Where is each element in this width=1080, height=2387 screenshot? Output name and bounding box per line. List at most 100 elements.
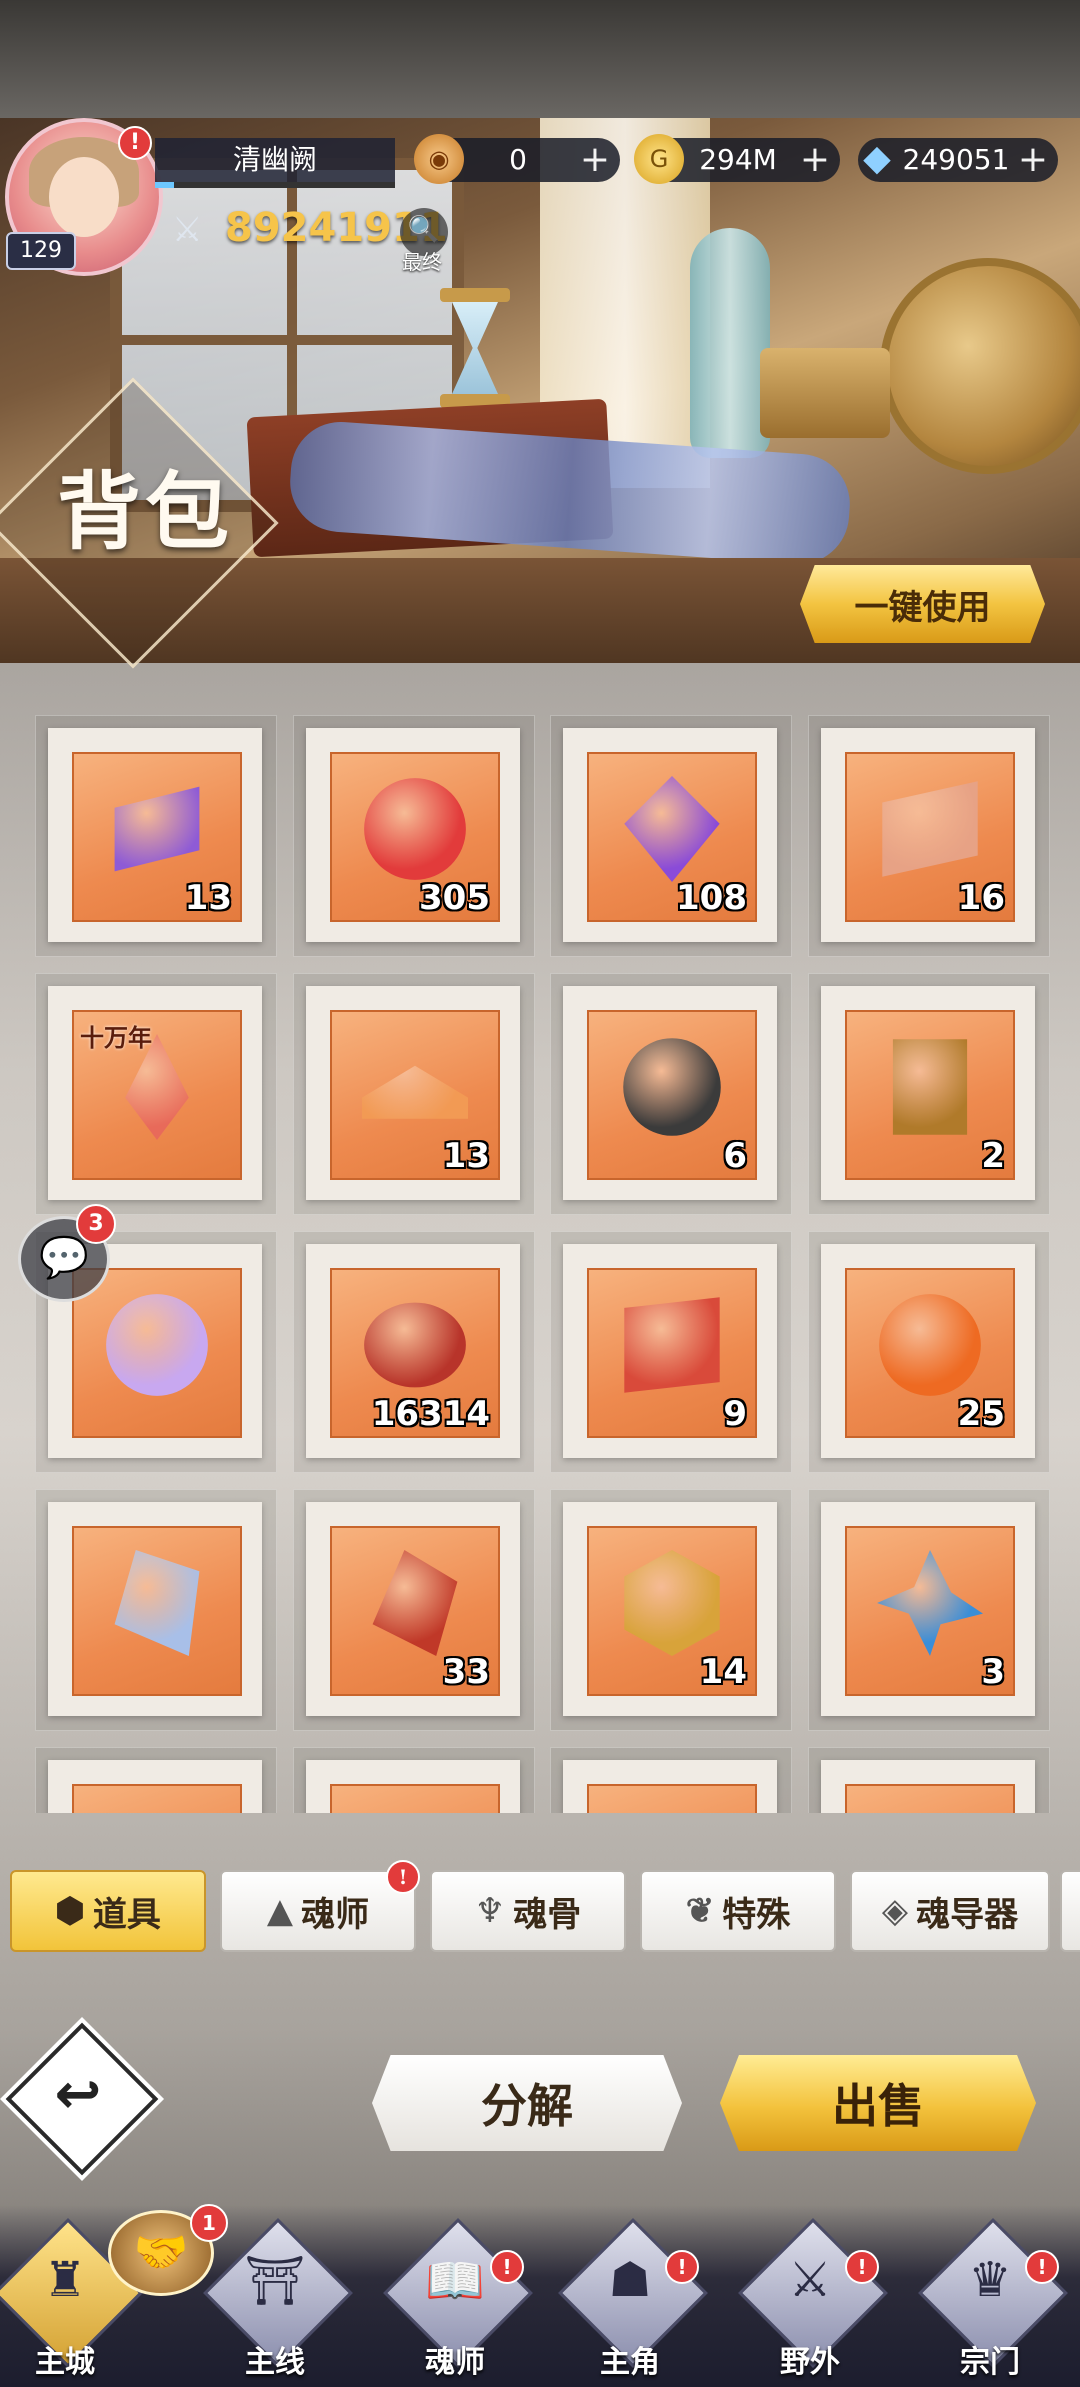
nav-sect[interactable]: ♛ 宗门 ! bbox=[915, 2218, 1068, 2387]
item-slot[interactable]: 33 bbox=[293, 1489, 535, 1731]
item-card bbox=[563, 1760, 777, 1813]
red-scroll-icon bbox=[882, 781, 978, 877]
item-count: 14 bbox=[699, 1652, 747, 1692]
blue-flower-icon bbox=[877, 1550, 983, 1656]
item-count: 9 bbox=[723, 1394, 747, 1434]
item-count: 13 bbox=[442, 1136, 490, 1176]
item-slot[interactable]: 十万年 bbox=[35, 973, 277, 1215]
eye-orb-icon bbox=[364, 1302, 466, 1388]
item-frame: 13 bbox=[330, 1010, 500, 1180]
nav-soul-master[interactable]: 📖 魂师 ! bbox=[380, 2218, 533, 2387]
open-book-icon bbox=[362, 1065, 468, 1119]
item-frame: 108 bbox=[587, 752, 757, 922]
item-slot[interactable]: 16314 bbox=[293, 1231, 535, 1473]
item-tag: 十万年 bbox=[80, 1023, 152, 1052]
item-count: 16314 bbox=[371, 1394, 490, 1434]
purple-soul-orb-icon bbox=[106, 1294, 208, 1396]
item-card: 33 bbox=[306, 1502, 520, 1716]
item-slot[interactable]: 3 bbox=[808, 1489, 1050, 1731]
swirl-scroll-icon bbox=[624, 1297, 720, 1393]
item-count: 16 bbox=[957, 878, 1005, 918]
fire-orb-icon bbox=[879, 1294, 981, 1396]
red-demon-orb-icon bbox=[364, 778, 466, 880]
item-slot[interactable]: 25 bbox=[808, 1231, 1050, 1473]
player-level: 129 bbox=[6, 232, 76, 270]
item-frame: 16 bbox=[845, 752, 1015, 922]
item-slot[interactable]: 6 bbox=[550, 973, 792, 1215]
nav-hero[interactable]: ☗ 主角 ! bbox=[555, 2218, 708, 2387]
item-slot[interactable] bbox=[550, 1747, 792, 1813]
purple-crystal-icon bbox=[624, 776, 720, 882]
hourglass-icon bbox=[440, 288, 510, 408]
item-frame: 305 bbox=[330, 752, 500, 922]
item-slot[interactable]: 305 bbox=[293, 715, 535, 957]
power-detail-label: 最终 bbox=[402, 250, 442, 274]
player-name: 清幽阙 bbox=[155, 138, 395, 182]
nav-wild[interactable]: ⚔ 野外 ! bbox=[735, 2218, 888, 2387]
wing-icon: ❦ bbox=[685, 1891, 715, 1931]
item-slot[interactable]: 13 bbox=[35, 715, 277, 957]
tab-more[interactable] bbox=[1060, 1870, 1080, 1952]
item-card: 13 bbox=[306, 986, 520, 1200]
item-card: 3 bbox=[821, 1502, 1035, 1716]
item-card: 6 bbox=[563, 986, 777, 1200]
item-slot[interactable] bbox=[808, 1747, 1050, 1813]
diamond-icon: ◆ bbox=[863, 138, 891, 179]
item-frame: 33 bbox=[330, 1526, 500, 1696]
add-gold-button[interactable]: + bbox=[800, 138, 830, 182]
tab-special[interactable]: ❦ 特殊 bbox=[640, 1870, 836, 1952]
item-count: 33 bbox=[442, 1652, 490, 1692]
tab-items[interactable]: ⬢ 道具 bbox=[10, 1870, 206, 1952]
exp-bar bbox=[155, 182, 395, 188]
item-grid: 13 305 108 16 十万年 13 6 2 16314 9 25 33 14 3 bbox=[0, 663, 1080, 1813]
item-card: 9 bbox=[563, 1244, 777, 1458]
item-card: 14 bbox=[563, 1502, 777, 1716]
item-frame: 16314 bbox=[330, 1268, 500, 1438]
nav-main-quest[interactable]: ⛩ 主线 bbox=[200, 2218, 353, 2387]
item-card bbox=[48, 1502, 262, 1716]
item-slot[interactable]: 14 bbox=[550, 1489, 792, 1731]
gold-coin-icon: ◉ bbox=[414, 134, 464, 184]
item-slot[interactable]: 13 bbox=[293, 973, 535, 1215]
currency-gold: G 294M + bbox=[634, 134, 840, 184]
hammer-card-icon bbox=[892, 1039, 968, 1135]
back-arrow-icon: ↩ bbox=[54, 2062, 102, 2127]
tab-alert-icon: ! bbox=[386, 1860, 420, 1894]
item-slot[interactable] bbox=[35, 1747, 277, 1813]
item-frame bbox=[587, 1784, 757, 1813]
tab-soul-device[interactable]: ◈ 魂导器 bbox=[850, 1870, 1050, 1952]
add-diamond-button[interactable]: + bbox=[1018, 138, 1048, 182]
star-coin-icon bbox=[623, 1038, 721, 1136]
item-count: 6 bbox=[723, 1136, 747, 1176]
item-frame: 9 bbox=[587, 1268, 757, 1438]
item-slot[interactable] bbox=[293, 1747, 535, 1813]
banner-globe bbox=[880, 258, 1080, 474]
tab-soul-master[interactable]: ▲ 魂师 ! bbox=[220, 1860, 420, 1952]
use-all-button[interactable]: 一键使用 bbox=[800, 565, 1045, 643]
soul-master-icon: ▲ bbox=[266, 1891, 294, 1931]
decompose-button[interactable]: 分解 bbox=[372, 2055, 682, 2151]
item-count: 305 bbox=[419, 878, 490, 918]
item-card: 108 bbox=[563, 728, 777, 942]
handshake-badge: 1 bbox=[190, 2204, 228, 2242]
tab-soul-bone[interactable]: ♆ 魂骨 bbox=[430, 1870, 626, 1952]
item-count: 25 bbox=[957, 1394, 1005, 1434]
item-slot[interactable]: 9 bbox=[550, 1231, 792, 1473]
item-card bbox=[48, 1760, 262, 1813]
item-slot[interactable]: 2 bbox=[808, 973, 1050, 1215]
item-count: 2 bbox=[981, 1136, 1005, 1176]
red-gem-icon bbox=[372, 1550, 458, 1656]
gold-g-coin-icon: G bbox=[634, 134, 684, 184]
cube-icon: ⬢ bbox=[55, 1891, 85, 1931]
item-frame: 13 bbox=[72, 752, 242, 922]
sell-button[interactable]: 出售 bbox=[720, 2055, 1036, 2151]
currency-diamond: ◆ 249051 + bbox=[858, 138, 1058, 182]
item-slot[interactable] bbox=[35, 1489, 277, 1731]
item-slot[interactable]: 108 bbox=[550, 715, 792, 957]
nav-alert-icon: ! bbox=[845, 2250, 879, 2284]
item-card: 十万年 bbox=[48, 986, 262, 1200]
add-coin-button[interactable]: + bbox=[580, 138, 610, 182]
chat-badge: 3 bbox=[76, 1204, 116, 1244]
item-count: 3 bbox=[981, 1652, 1005, 1692]
item-slot[interactable]: 16 bbox=[808, 715, 1050, 957]
